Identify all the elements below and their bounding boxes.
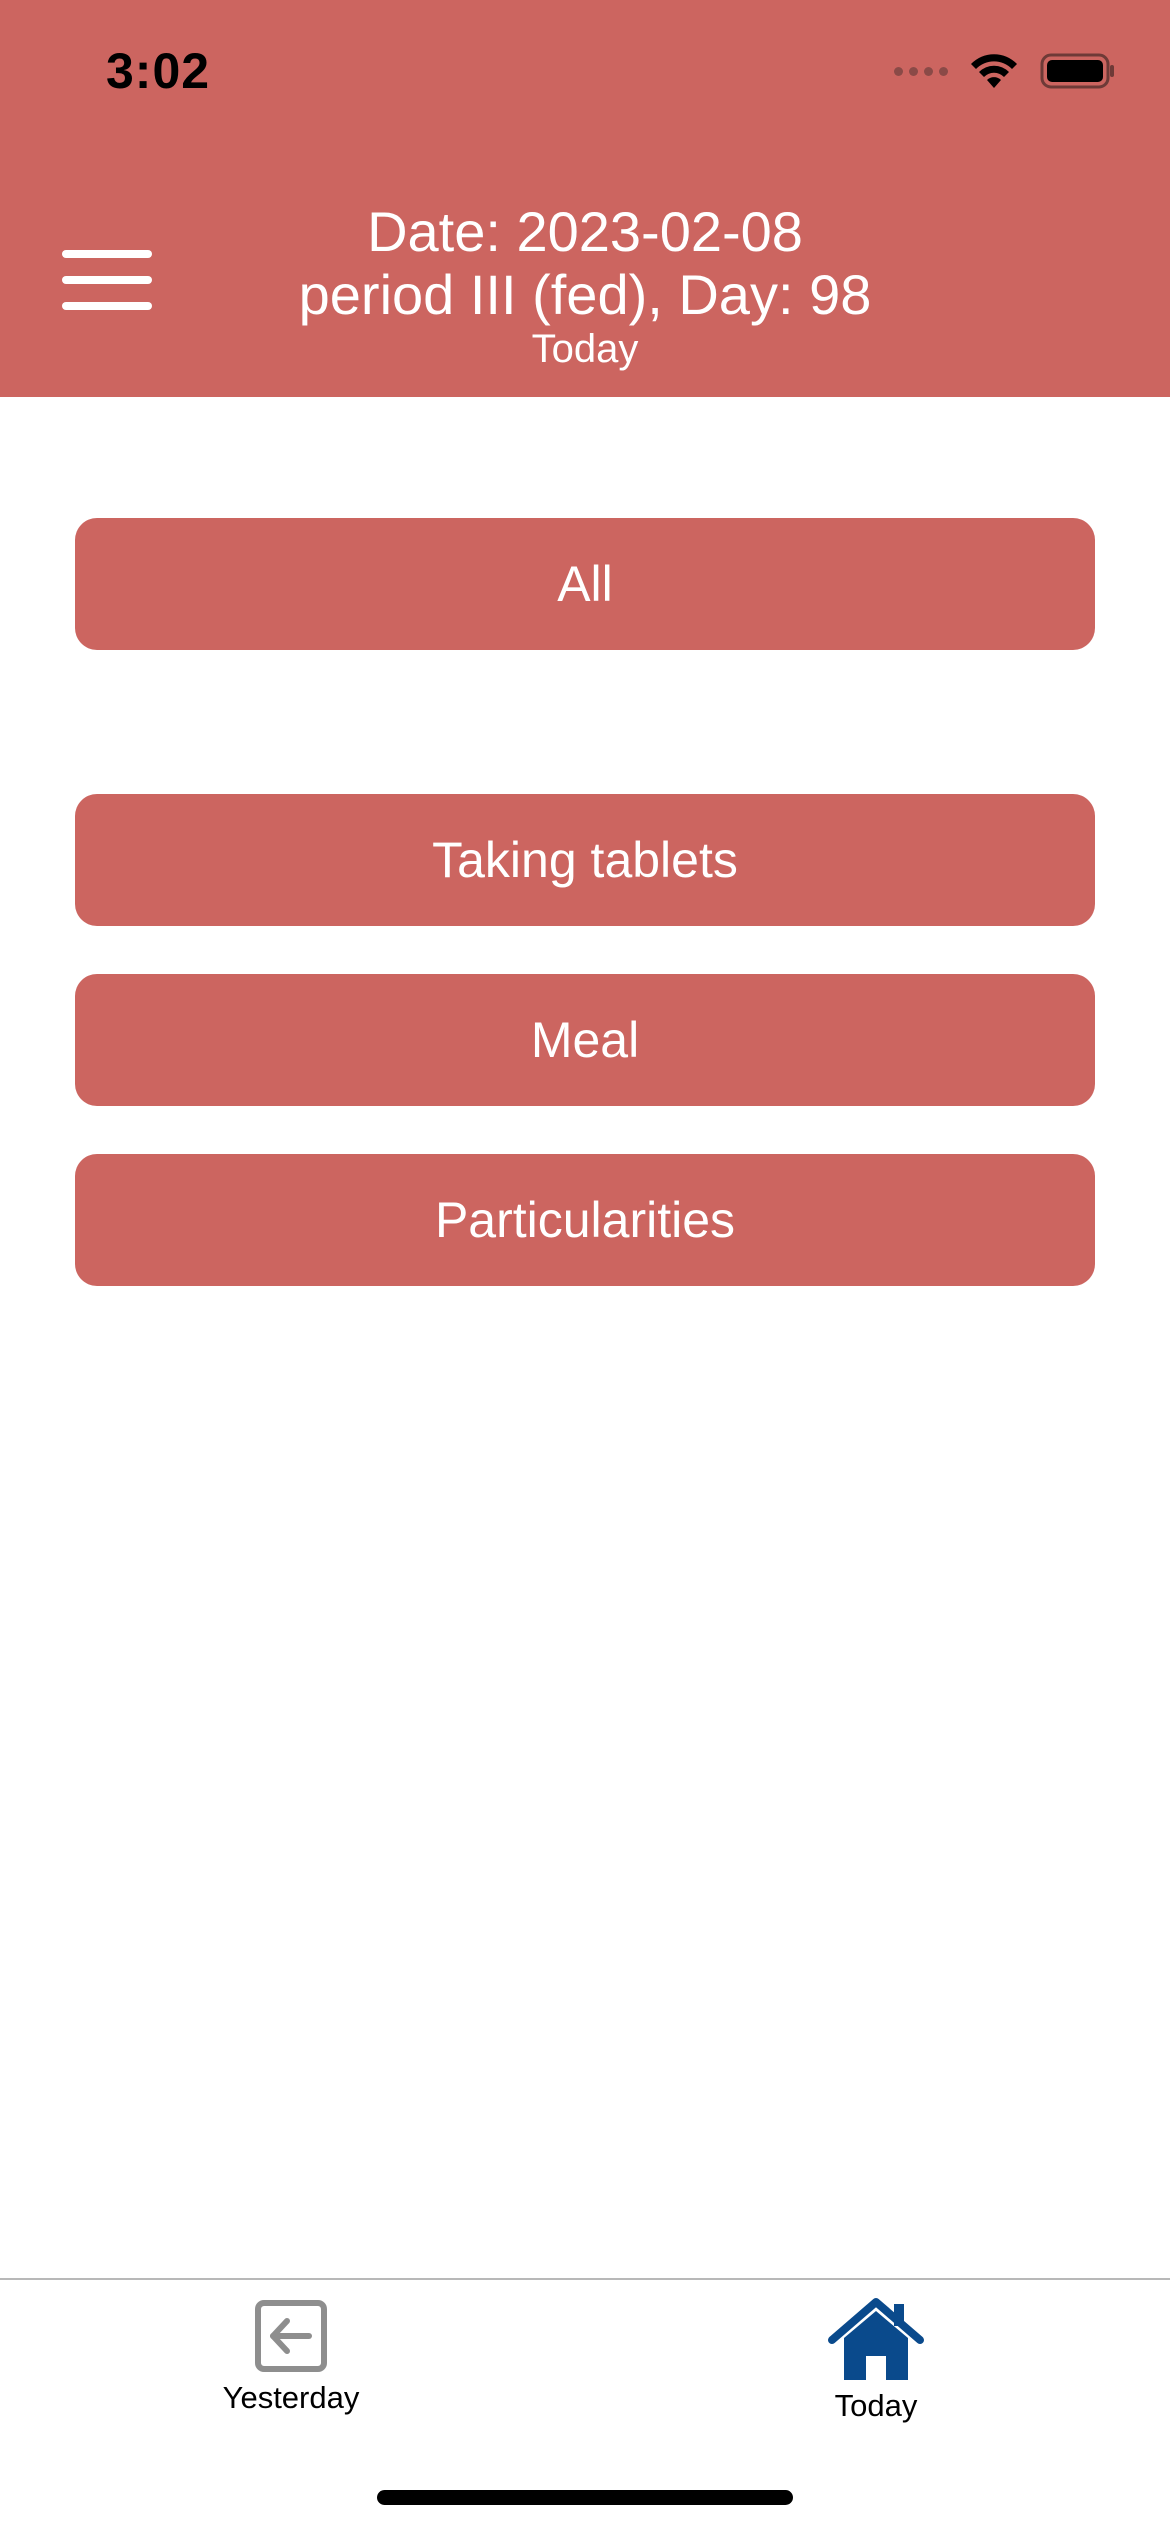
battery-icon [1040,53,1114,89]
particularities-button[interactable]: Particularities [75,1154,1095,1286]
arrow-left-box-icon [255,2300,327,2372]
tab-today[interactable]: Today [746,2298,1006,2424]
header-date: Date: 2023-02-08 [367,200,803,263]
header-sub-label: Today [531,327,639,371]
app-screen: 3:02 Date: 2023-02-08 period III (fed), … [0,0,1170,2532]
meal-button[interactable]: Meal [75,974,1095,1106]
tab-yesterday[interactable]: Yesterday [161,2298,421,2416]
all-button[interactable]: All [75,518,1095,650]
home-icon [828,2298,924,2380]
status-icons [894,52,1116,90]
tab-today-label: Today [834,2388,918,2423]
tab-yesterday-label: Yesterday [222,2380,360,2415]
header-bar: 3:02 Date: 2023-02-08 period III (fed), … [0,0,1170,397]
cellular-signal-icon [894,66,948,76]
home-indicator [377,2490,793,2505]
status-time: 3:02 [106,43,211,99]
wifi-icon [971,54,1017,88]
header-title-block: Date: 2023-02-08 period III (fed), Day: … [0,200,1170,372]
header-period: period III (fed), Day: 98 [298,263,872,326]
taking-tablets-button[interactable]: Taking tablets [75,794,1095,926]
